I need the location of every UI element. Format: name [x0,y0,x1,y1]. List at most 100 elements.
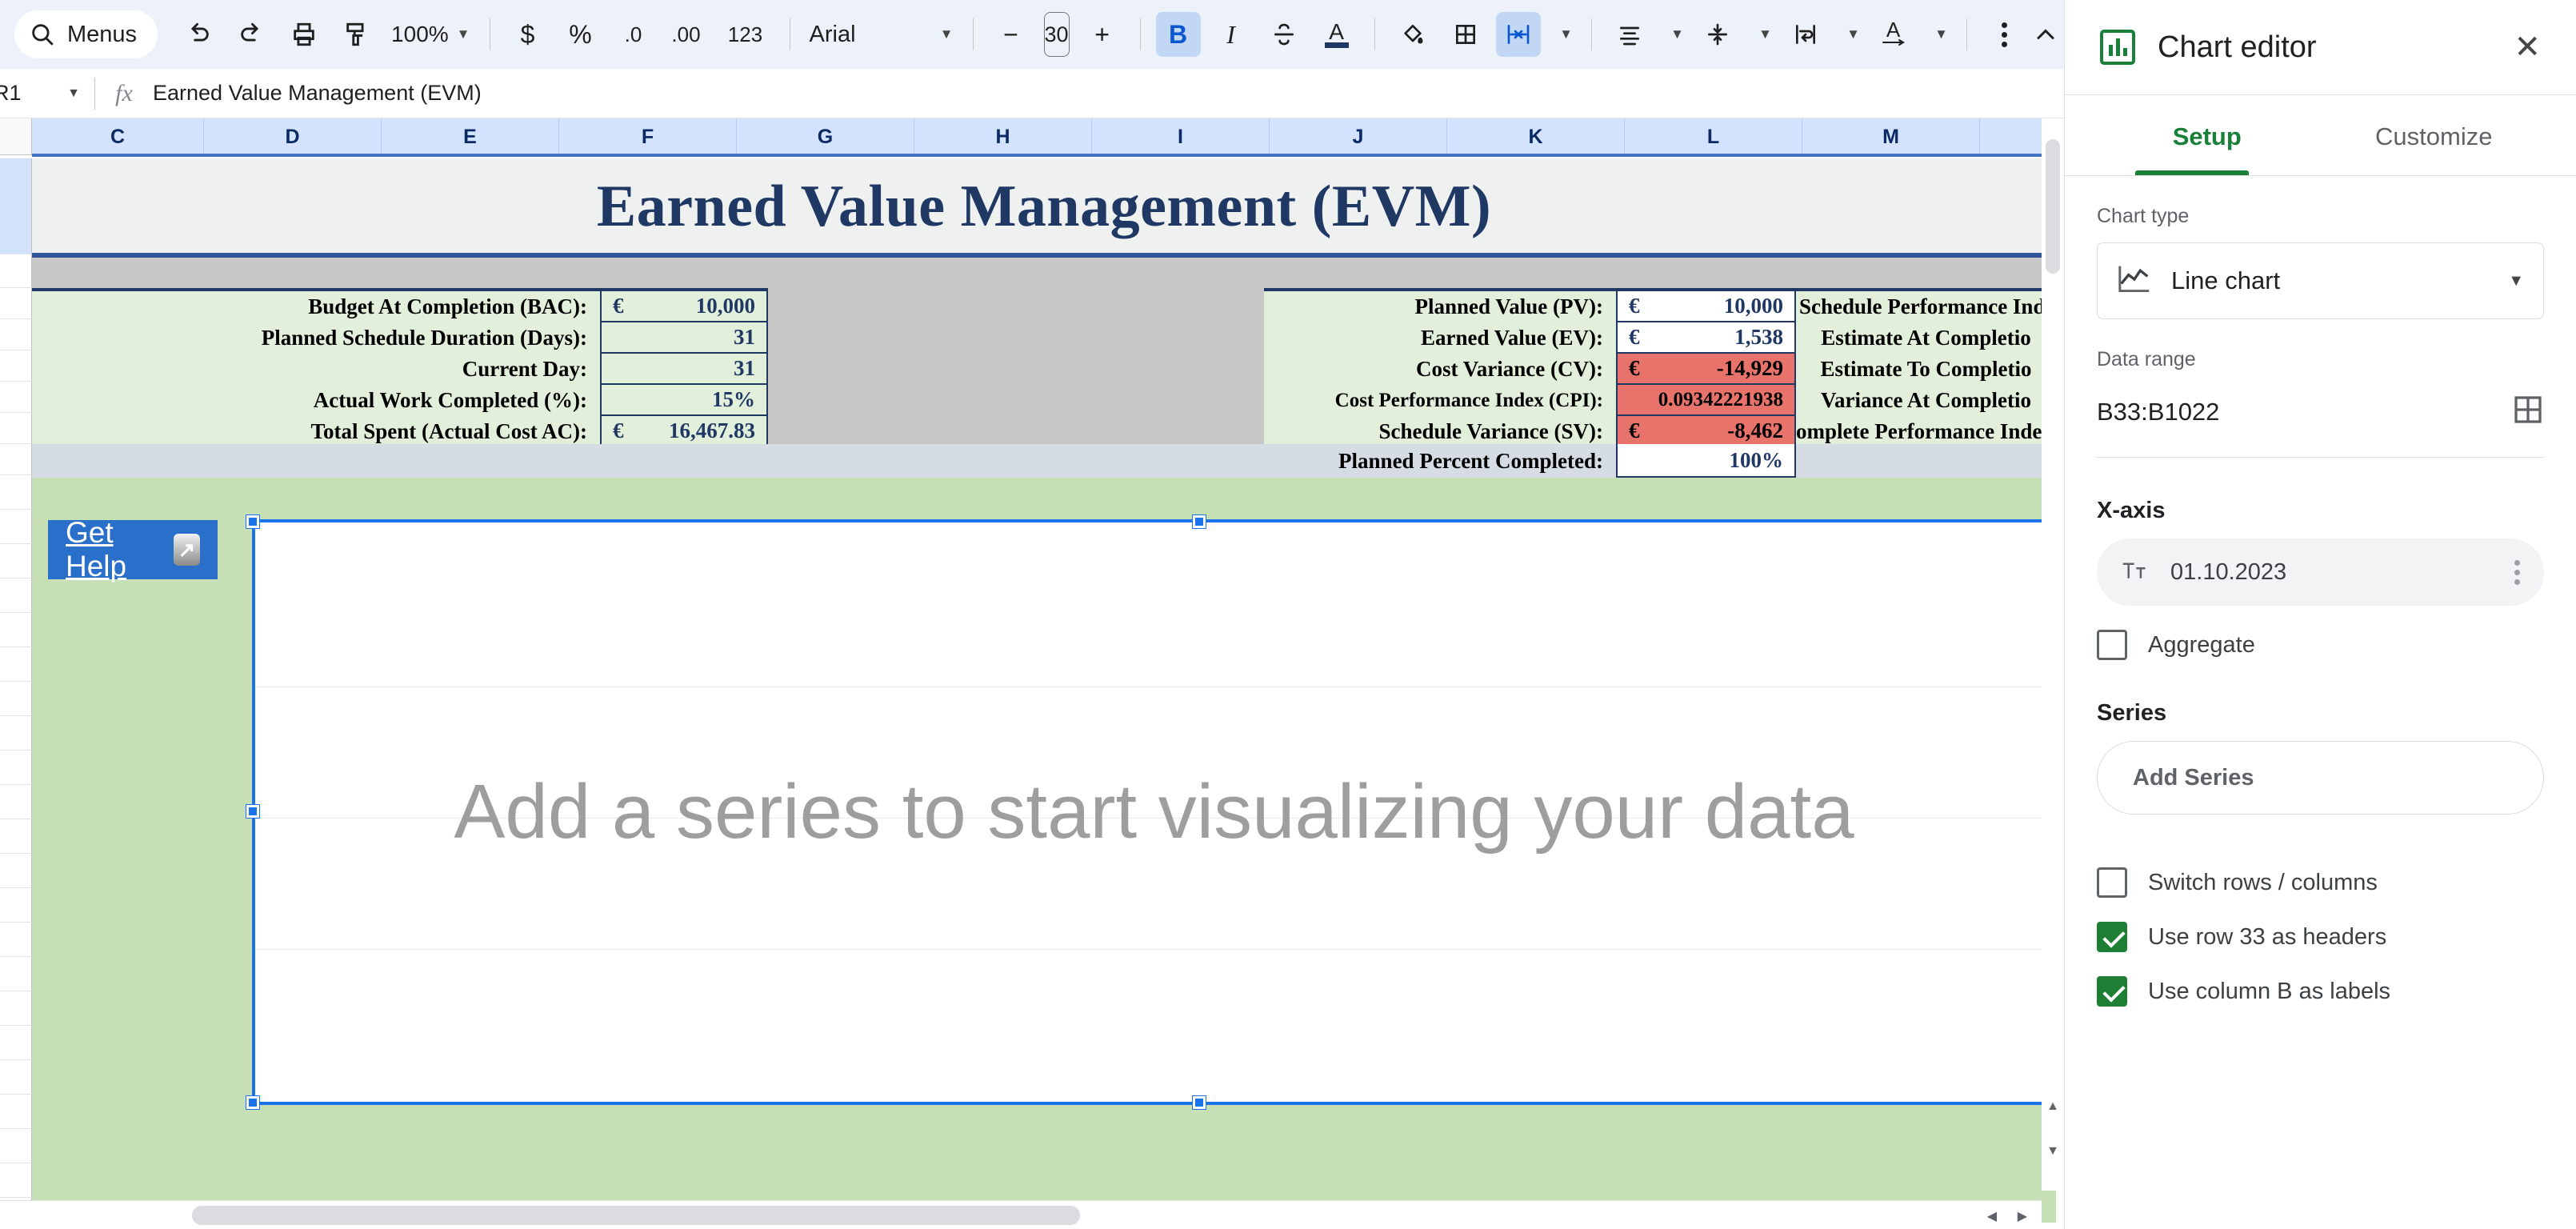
paint-format-button[interactable] [334,12,379,57]
column-header-C[interactable]: C [32,118,204,155]
row-header[interactable] [0,923,32,957]
fill-color-button[interactable] [1390,12,1435,57]
tab-setup[interactable]: Setup [2094,95,2321,175]
table-row[interactable]: Budget At Completion (BAC): € 10,000 [32,291,768,322]
borders-button[interactable] [1443,12,1488,57]
print-button[interactable] [282,12,326,57]
row-header[interactable] [0,544,32,578]
tab-customize[interactable]: Customize [2321,95,2548,175]
column-header-D[interactable]: D [204,118,382,155]
row-header[interactable] [0,254,32,288]
row-header[interactable] [0,647,32,682]
row-value[interactable]: € 1,538 [1616,322,1796,354]
merge-dropdown[interactable]: ▼ [1549,12,1576,57]
vertical-align-button[interactable] [1695,12,1740,57]
row-header[interactable] [0,158,32,254]
use-column-labels-row[interactable]: Use column B as labels [2097,976,2544,1007]
row-header[interactable] [0,1129,32,1163]
row-value[interactable]: € -8,462 [1616,416,1796,447]
scroll-left-arrow-icon[interactable]: ◀ [1987,1208,1997,1224]
vertical-scrollbar-thumb[interactable] [2046,139,2060,274]
table-row[interactable]: Schedule Variance (SV): € -8,462 omplete… [1264,416,2056,447]
switch-rows-columns-checkbox[interactable] [2097,867,2127,898]
row-header[interactable] [0,854,32,888]
text-wrap-button[interactable] [1783,12,1828,57]
table-row[interactable]: Planned Percent Completed: 100% [1264,444,2056,478]
resize-handle-middle-left[interactable] [246,805,259,818]
vertical-scrollbar[interactable]: ▲ ▼ [2042,118,2064,1191]
percent-format-button[interactable]: % [558,12,603,57]
row-value[interactable]: 31 [600,322,768,354]
use-row-headers-checkbox[interactable] [2097,922,2127,952]
strikethrough-button[interactable] [1262,12,1306,57]
column-header-I[interactable]: I [1092,118,1270,155]
table-row[interactable]: Cost Performance Index (CPI): 0.09342221… [1264,385,2056,416]
row-header[interactable] [0,957,32,991]
data-range-row[interactable]: B33:B1022 [2097,394,2544,430]
wrap-dropdown[interactable]: ▼ [1836,12,1863,57]
column-header-F[interactable]: F [559,118,737,155]
row-header[interactable] [0,682,32,716]
chart-object[interactable]: Add a series to start visualizing your d… [252,521,2056,1103]
redo-button[interactable] [229,12,274,57]
rotation-dropdown[interactable]: ▼ [1924,12,1951,57]
italic-button[interactable]: I [1209,12,1254,57]
resize-handle-top-left[interactable] [246,515,259,528]
column-header-K[interactable]: K [1447,118,1625,155]
get-help-button[interactable]: Get Help ↗ [48,516,218,582]
table-row[interactable]: Cost Variance (CV): € -14,929 Estimate T… [1264,354,2056,385]
more-options-button[interactable] [1982,12,2027,57]
scroll-down-arrow-icon[interactable]: ▼ [2046,1144,2059,1159]
chart-type-selector[interactable]: Line chart ▼ [2097,242,2544,319]
column-header-G[interactable]: G [737,118,914,155]
row-header[interactable] [0,785,32,819]
row-header[interactable] [0,1163,32,1198]
row-header[interactable] [0,613,32,647]
column-header-E[interactable]: E [382,118,559,155]
row-header[interactable] [0,751,32,785]
horizontal-scrollbar[interactable]: ◀ ▶ [0,1200,2042,1229]
select-all-corner[interactable] [0,118,32,155]
collapse-toolbar-button[interactable] [2031,12,2060,57]
column-header-M[interactable]: M [1802,118,1980,155]
row-header[interactable] [0,1060,32,1095]
horizontal-align-button[interactable] [1607,12,1652,57]
switch-rows-columns-row[interactable]: Switch rows / columns [2097,867,2544,898]
add-series-button[interactable]: Add Series [2097,741,2544,815]
row-header[interactable] [0,991,32,1026]
use-row-headers-row[interactable]: Use row 33 as headers [2097,922,2544,952]
row-header[interactable] [0,1095,32,1129]
row-header[interactable] [0,578,32,613]
more-formats-button[interactable]: 123 [717,12,774,57]
currency-format-button[interactable]: $ [506,12,550,57]
resize-handle-top-center[interactable] [1193,515,1206,528]
decrease-font-size-button[interactable]: − [989,12,1034,57]
row-value[interactable]: € 10,000 [600,291,768,322]
formula-input[interactable]: Earned Value Management (EVM) [153,81,482,106]
table-row[interactable]: Total Spent (Actual Cost AC): € 16,467.8… [32,416,768,447]
select-range-icon[interactable] [2512,394,2544,430]
row-header[interactable] [0,319,32,350]
row-header[interactable] [0,288,32,319]
x-axis-chip[interactable]: 01.10.2023 [2097,538,2544,606]
resize-handle-bottom-left[interactable] [246,1096,259,1109]
table-row[interactable]: Planned Value (PV): € 10,000 Schedule Pe… [1264,291,2056,322]
menus-button[interactable]: Menus [14,10,158,58]
column-header-L[interactable]: L [1625,118,1802,155]
column-header-J[interactable]: J [1270,118,1447,155]
text-color-button[interactable]: A [1314,12,1359,57]
row-header[interactable] [0,475,32,510]
row-header[interactable] [0,819,32,854]
row-header[interactable] [0,1026,32,1060]
row-header[interactable] [0,716,32,751]
row-value[interactable]: € -14,929 [1616,354,1796,385]
halign-dropdown[interactable]: ▼ [1660,12,1687,57]
increase-decimal-button[interactable]: .00 [664,12,709,57]
row-header[interactable] [0,382,32,413]
table-row[interactable]: Planned Schedule Duration (Days): 31 [32,322,768,354]
row-value[interactable]: 15% [600,385,768,416]
row-value[interactable]: 0.09342221938 [1616,385,1796,416]
horizontal-scrollbar-thumb[interactable] [192,1206,1080,1225]
name-box[interactable]: R1 ▼ [0,69,94,118]
increase-font-size-button[interactable]: + [1080,12,1125,57]
